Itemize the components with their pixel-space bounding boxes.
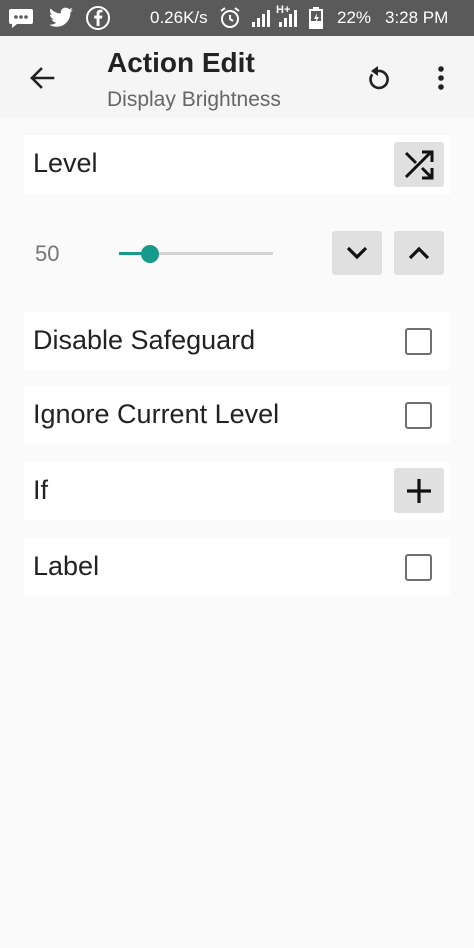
shuffle-icon <box>404 150 434 179</box>
chevron-up-icon <box>408 246 430 260</box>
refresh-button[interactable] <box>358 58 398 98</box>
increase-button[interactable] <box>394 231 444 275</box>
twitter-icon <box>48 0 74 36</box>
facebook-icon <box>85 0 111 36</box>
chat-icon <box>8 0 34 36</box>
page-title: Action Edit <box>107 47 255 78</box>
arrow-back-icon <box>30 67 55 89</box>
disable-safeguard-row[interactable]: Disable Safeguard <box>24 312 450 370</box>
more-vert-icon <box>438 66 444 90</box>
chevron-down-icon <box>346 246 368 260</box>
page-subtitle: Display Brightness <box>107 88 281 111</box>
if-label: If <box>33 475 49 505</box>
app-bar: Action Edit Display Brightness <box>0 36 474 118</box>
alarm-icon <box>218 0 242 36</box>
slider-thumb[interactable] <box>140 245 159 263</box>
network-speed: 0.26K/s <box>150 8 208 27</box>
refresh-icon <box>369 66 389 90</box>
status-bar: 0.26K/s H+ 22% 3:28 PM <box>0 0 474 36</box>
signal-icon-2 <box>278 0 300 36</box>
ignore-current-level-label: Ignore Current Level <box>33 399 280 429</box>
decrease-button[interactable] <box>332 231 382 275</box>
more-options-button[interactable] <box>424 58 458 98</box>
label-label: Label <box>33 551 100 581</box>
ignore-current-level-row[interactable]: Ignore Current Level <box>24 386 450 444</box>
back-button[interactable] <box>22 58 62 98</box>
clock: 3:28 PM <box>385 8 449 27</box>
level-value: 50 <box>35 241 60 266</box>
disable-safeguard-checkbox[interactable] <box>405 328 432 355</box>
level-label: Level <box>33 148 98 178</box>
label-row[interactable]: Label <box>24 538 450 596</box>
add-condition-button[interactable] <box>394 468 444 513</box>
ignore-current-level-checkbox[interactable] <box>405 402 432 429</box>
level-row: Level <box>24 135 450 195</box>
if-row: If <box>24 462 450 520</box>
battery-percent: 22% <box>337 8 372 27</box>
label-checkbox[interactable] <box>405 554 432 581</box>
battery-icon <box>309 0 323 36</box>
randomize-button[interactable] <box>394 142 444 187</box>
level-slider[interactable] <box>119 244 273 264</box>
signal-icon <box>251 0 273 36</box>
disable-safeguard-label: Disable Safeguard <box>33 325 256 355</box>
plus-icon <box>407 478 431 503</box>
